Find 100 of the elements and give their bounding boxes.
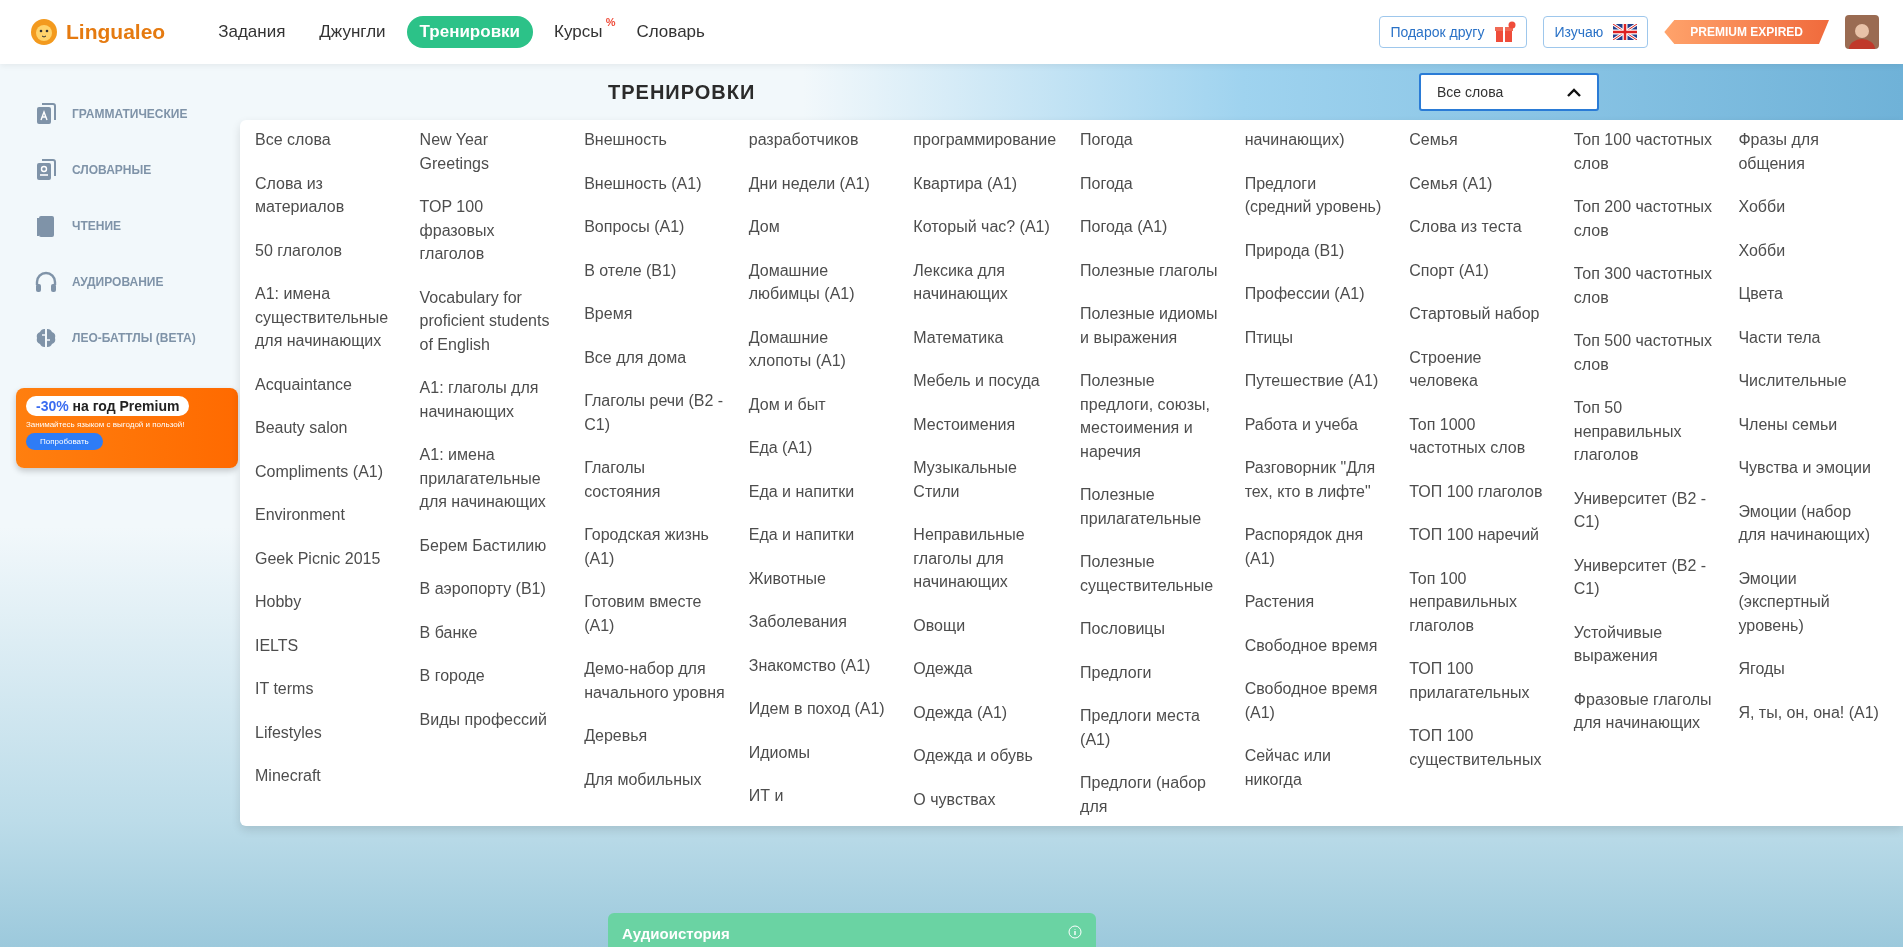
word-set-option[interactable]: Глаголы речи (B2 - C1)	[584, 389, 725, 436]
word-set-option[interactable]: Предлоги (средний уровень)	[1244, 171, 1386, 219]
word-set-option[interactable]: Acquaintance	[255, 372, 396, 396]
word-set-option[interactable]: Пословицы	[1080, 617, 1221, 641]
word-set-option[interactable]: 50 глаголов	[255, 238, 396, 262]
word-set-option[interactable]: Сейчас или никогда	[1244, 744, 1386, 791]
word-set-option[interactable]: Дни недели (A1)	[748, 171, 890, 195]
word-set-option[interactable]: Для мобильных	[584, 767, 725, 791]
word-set-option[interactable]: Музыкальные Стили	[913, 456, 1057, 503]
word-set-option[interactable]: Спорт (A1)	[1409, 258, 1550, 282]
word-set-option[interactable]: ИТ и	[748, 784, 890, 808]
word-set-option[interactable]: программирование	[913, 128, 1057, 152]
word-set-option[interactable]: Полезные предлоги, союзы, местоимения и наречия	[1080, 369, 1221, 463]
word-set-option[interactable]: Geek Picnic 2015	[255, 546, 396, 570]
word-set-option[interactable]: Я, ты, он, она! (A1)	[1738, 700, 1879, 724]
word-set-option[interactable]: О чувствах	[913, 787, 1057, 811]
word-set-option[interactable]: Погода (A1)	[1080, 215, 1221, 239]
word-set-option[interactable]: В аэропорту (B1)	[419, 577, 561, 601]
word-set-option[interactable]: Хобби	[1738, 238, 1879, 262]
word-set-option[interactable]: Environment	[255, 503, 396, 527]
word-set-option[interactable]: Эмоции (набор для начинающих)	[1738, 499, 1879, 547]
word-set-option[interactable]: Чувства и эмоции	[1738, 456, 1879, 480]
word-set-option[interactable]: Топ 100 неправильных глаголов	[1409, 566, 1550, 637]
word-set-option[interactable]: ТОП 100 наречий	[1409, 523, 1550, 547]
word-set-option[interactable]: Топ 500 частотных слов	[1573, 329, 1715, 376]
word-set-option[interactable]: Дом и быт	[748, 392, 890, 416]
word-set-option[interactable]: В отеле (B1)	[584, 258, 725, 282]
word-set-option[interactable]: Одежда и обувь	[913, 744, 1057, 768]
word-set-option[interactable]: Погода	[1080, 171, 1221, 195]
word-set-option[interactable]: Полезные существительные	[1080, 550, 1221, 597]
word-set-option[interactable]: Все для дома	[584, 345, 725, 369]
nav-tab[interactable]: Задания	[205, 16, 299, 48]
word-set-option[interactable]: начинающих)	[1244, 128, 1386, 152]
word-set-option[interactable]: Фразовые глаголы для начинающих	[1573, 687, 1715, 735]
word-set-option[interactable]: Предлоги места (A1)	[1080, 704, 1221, 751]
word-set-option[interactable]: Неправильные глаголы для начинающих	[913, 523, 1057, 594]
word-set-option[interactable]: Животные	[748, 566, 890, 590]
word-set-option[interactable]: Предлоги (набор для	[1080, 771, 1221, 818]
word-set-option[interactable]: Топ 200 частотных слов	[1573, 195, 1715, 242]
word-set-option[interactable]: разработчиков	[748, 128, 890, 152]
word-set-option[interactable]: Местоимения	[913, 412, 1057, 436]
word-set-option[interactable]: Строение человека	[1409, 345, 1550, 393]
word-set-option[interactable]: Числительные	[1738, 369, 1879, 393]
word-set-option[interactable]: New Year Greetings	[419, 128, 561, 175]
word-set-option[interactable]: Домашние любимцы (A1)	[748, 258, 890, 306]
word-set-option[interactable]: Lifestyles	[255, 720, 396, 744]
word-set-option[interactable]: Топ 300 частотных слов	[1573, 262, 1715, 309]
user-avatar[interactable]	[1845, 15, 1879, 49]
word-set-option[interactable]: Топ 50 неправильных глаголов	[1573, 396, 1715, 467]
word-set-option[interactable]: В банке	[419, 620, 561, 644]
word-set-option[interactable]: В городе	[419, 664, 561, 688]
word-set-option[interactable]: Путешествие (A1)	[1244, 369, 1386, 393]
word-set-option[interactable]: Овощи	[913, 613, 1057, 637]
word-set-option[interactable]: IELTS	[255, 633, 396, 657]
word-set-option[interactable]: ТОП 100 прилагательных	[1409, 657, 1550, 704]
word-set-option[interactable]: Топ 1000 частотных слов	[1409, 412, 1550, 460]
word-set-option[interactable]: Время	[584, 302, 725, 326]
word-set-option[interactable]: Демо-набор для начального уровня	[584, 657, 725, 704]
word-set-option[interactable]: Слова из теста	[1409, 215, 1550, 239]
word-set-option[interactable]: Профессии (A1)	[1244, 282, 1386, 306]
word-set-option[interactable]: A1: глаголы для начинающих	[419, 376, 561, 423]
word-set-option[interactable]: Разговорник "Для тех, кто в лифте"	[1244, 456, 1386, 503]
word-set-option[interactable]: Домашние хлопоты (A1)	[748, 325, 890, 373]
word-set-option[interactable]: Слова из материалов	[255, 171, 396, 219]
word-set-option[interactable]: Квартира (A1)	[913, 171, 1057, 195]
word-set-option[interactable]: Ягоды	[1738, 657, 1879, 681]
word-set-option[interactable]: Распорядок дня (A1)	[1244, 523, 1386, 570]
try-button[interactable]: Попробовать	[26, 433, 103, 450]
word-set-option[interactable]: Эмоции (экспертный уровень)	[1738, 566, 1879, 637]
word-set-option[interactable]: Члены семьи	[1738, 412, 1879, 436]
word-set-option[interactable]: Работа и учеба	[1244, 412, 1386, 436]
word-set-option[interactable]: Дом	[748, 215, 890, 239]
word-set-option[interactable]: Берем Бастилию	[419, 533, 561, 557]
word-set-option[interactable]: Полезные идиомы и выражения	[1080, 302, 1221, 349]
word-set-option[interactable]: Городская жизнь (A1)	[584, 523, 725, 570]
word-set-option[interactable]: Университет (B2 - C1)	[1573, 553, 1715, 601]
word-set-option[interactable]: Одежда	[913, 657, 1057, 681]
word-set-option[interactable]: Полезные прилагательные	[1080, 483, 1221, 530]
nav-tab[interactable]: Курсы %	[541, 16, 616, 48]
word-set-option[interactable]: Внешность	[584, 128, 725, 152]
promo-banner[interactable]: -30% на год Premium Занимайтесь языком с выгодой и пользой! Попробовать	[16, 388, 238, 468]
word-set-option[interactable]: Семья	[1409, 128, 1550, 152]
word-set-select[interactable]: Все слова	[1419, 73, 1599, 111]
word-set-option[interactable]: Устойчивые выражения	[1573, 620, 1715, 668]
word-set-option[interactable]: Еда и напитки	[748, 523, 890, 547]
word-set-option[interactable]: Части тела	[1738, 325, 1879, 349]
word-set-option[interactable]: Одежда (A1)	[913, 700, 1057, 724]
word-set-option[interactable]: Вопросы (A1)	[584, 215, 725, 239]
word-set-option[interactable]: ТОП 100 существительных	[1409, 724, 1550, 771]
word-set-option[interactable]: Внешность (A1)	[584, 171, 725, 195]
word-set-option[interactable]: Hobby	[255, 590, 396, 614]
word-set-option[interactable]: Виды профессий	[419, 707, 561, 731]
word-set-option[interactable]: Глаголы состояния	[584, 456, 725, 503]
word-set-option[interactable]: Знакомство (A1)	[748, 653, 890, 677]
word-set-option[interactable]: Еда и напитки	[748, 479, 890, 503]
word-set-option[interactable]: Полезные глаголы	[1080, 258, 1221, 282]
word-set-option[interactable]: Заболевания	[748, 610, 890, 634]
nav-tab[interactable]: Джунгли	[306, 16, 399, 48]
word-set-option[interactable]: Готовим вместе (A1)	[584, 590, 725, 637]
word-set-option[interactable]: A1: имена существительные для начинающих	[255, 282, 396, 353]
